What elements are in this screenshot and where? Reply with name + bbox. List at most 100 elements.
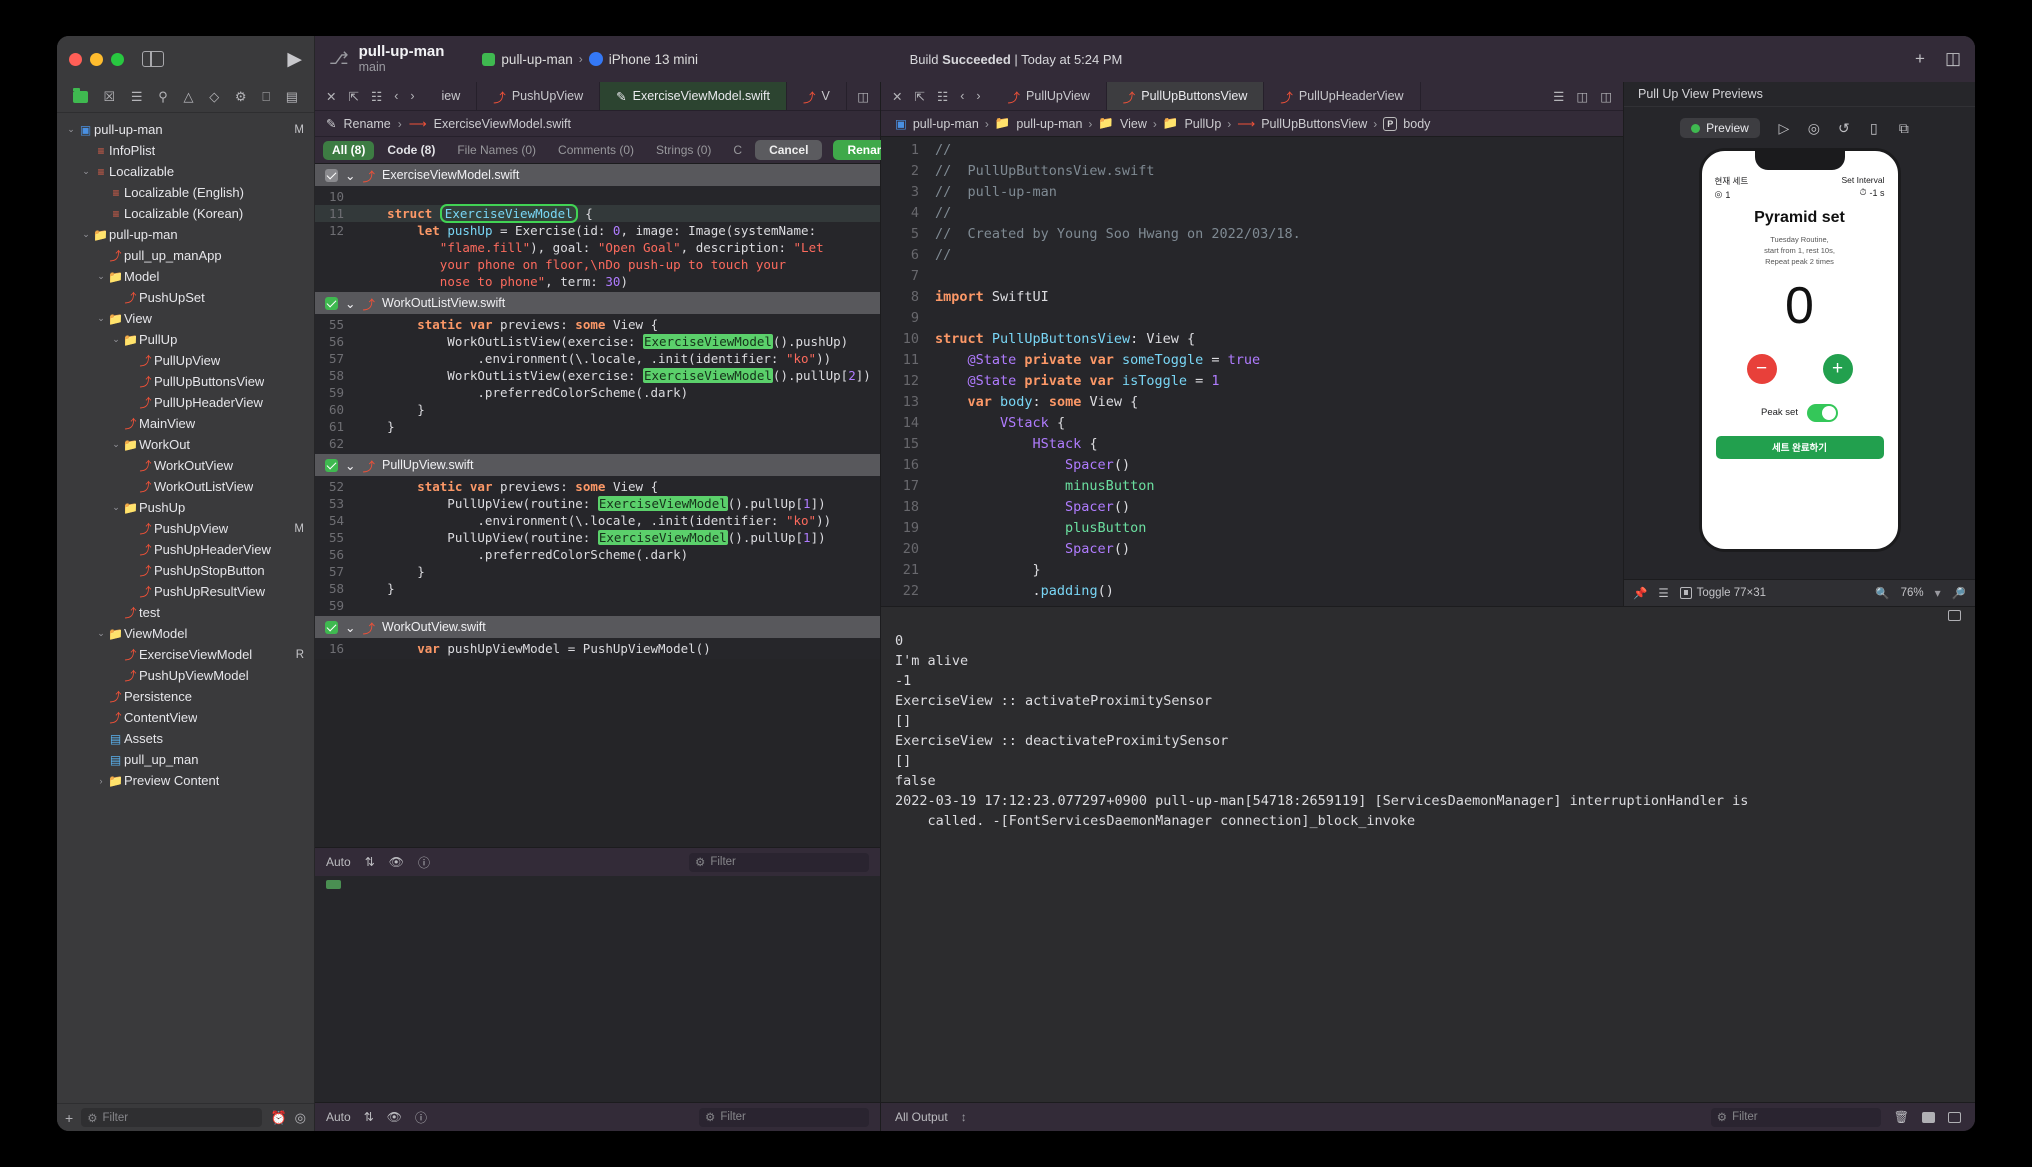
code-line[interactable]: 1 // bbox=[881, 140, 1623, 161]
breadcrumb-rename[interactable]: Rename bbox=[343, 117, 390, 131]
code-line[interactable]: 18 Spacer() bbox=[881, 497, 1623, 518]
code-line[interactable]: 58 } bbox=[315, 580, 880, 597]
add-editor-icon[interactable]: + bbox=[1915, 49, 1925, 69]
back-icon[interactable]: ‹ bbox=[960, 89, 964, 103]
tree-item-preview-content[interactable]: › 📁 Preview Content bbox=[57, 770, 314, 791]
code-line[interactable]: "flame.fill"), goal: "Open Goal", descri… bbox=[315, 239, 880, 256]
code-line[interactable]: 19 plusButton bbox=[881, 518, 1623, 539]
tree-item-exerciseviewmodel[interactable]: ⤴ ExerciseViewModel R bbox=[57, 644, 314, 665]
close-icon[interactable]: ✕ bbox=[892, 89, 902, 104]
search-icon[interactable]: ⚲ bbox=[158, 89, 168, 105]
duplicate-icon[interactable]: ⧉ bbox=[1889, 120, 1919, 137]
code-line[interactable]: 9 bbox=[881, 308, 1623, 329]
tree-item-workoutlistview[interactable]: ⤴ WorkOutListView bbox=[57, 476, 314, 497]
device-chip[interactable]: iPhone 13 mini bbox=[588, 52, 698, 67]
project-tree[interactable]: ⌄ ▣ pull-up-man M ≡ InfoPlist ⌄ ≡ Localizable ≡ Lo… bbox=[57, 113, 314, 1103]
code-line[interactable]: 55 static var previews: some View { bbox=[315, 316, 880, 333]
results-list[interactable]: ⌄ ⤴ ExerciseViewModel.swift 10 11 struct Exe… bbox=[315, 164, 880, 847]
scope-filter-4[interactable]: Strings (0) bbox=[647, 141, 720, 160]
tree-item-pull-up-man[interactable]: ⌄ 📁 pull-up-man bbox=[57, 224, 314, 245]
tree-item-pushupresultview[interactable]: ⤴ PushUpResultView bbox=[57, 581, 314, 602]
add-assistant-icon[interactable]: ◫ bbox=[857, 89, 869, 104]
disclosure-icon[interactable]: ⌄ bbox=[345, 458, 355, 473]
code-line[interactable]: 6 // bbox=[881, 245, 1623, 266]
code-line[interactable]: nose to phone", term: 30) bbox=[315, 273, 880, 290]
console-filter-input[interactable]: ⚙ Filter bbox=[1710, 1107, 1881, 1127]
tree-item-persistence[interactable]: ⤴ Persistence bbox=[57, 686, 314, 707]
breadcrumb-0[interactable]: pull-up-man bbox=[913, 117, 979, 131]
warning-icon[interactable]: △ bbox=[184, 89, 194, 105]
breadcrumb-5[interactable]: body bbox=[1403, 117, 1430, 131]
minus-button[interactable]: − bbox=[1746, 353, 1777, 384]
debug-icon[interactable]: ⚙ bbox=[235, 89, 247, 105]
add-file-icon[interactable]: + bbox=[65, 1110, 73, 1126]
live-icon[interactable]: ◎ bbox=[1799, 120, 1829, 137]
run-destination[interactable]: pull-up-man › iPhone 13 mini bbox=[482, 52, 698, 67]
disclosure-icon[interactable]: ⌄ bbox=[110, 334, 122, 345]
tree-item-infoplist[interactable]: ≡ InfoPlist bbox=[57, 140, 314, 161]
code-line[interactable]: 54 .environment(\.locale, .init(identifi… bbox=[315, 512, 880, 529]
disclosure-icon[interactable]: ⌄ bbox=[80, 166, 92, 177]
result-checkbox[interactable] bbox=[325, 620, 338, 634]
info-icon[interactable]: ⓘ bbox=[415, 1109, 427, 1126]
chevron-updown-icon[interactable]: ↕ bbox=[961, 1110, 967, 1124]
code-line[interactable]: 61 } bbox=[315, 418, 880, 435]
zoom-in-icon[interactable]: 🔎 bbox=[1952, 586, 1966, 600]
tree-item-workoutview[interactable]: ⤴ WorkOutView bbox=[57, 455, 314, 476]
results-tab-3[interactable]: ⤴ V bbox=[787, 82, 847, 110]
result-file-header[interactable]: ⌄ ⤴ WorkOutListView.swift bbox=[315, 292, 880, 314]
code-line[interactable]: 4 // bbox=[881, 203, 1623, 224]
result-checkbox[interactable] bbox=[325, 458, 338, 472]
device-icon[interactable]: ▯ bbox=[1859, 120, 1889, 137]
test-icon[interactable]: ◇ bbox=[209, 89, 219, 105]
tree-item-localizable[interactable]: ⌄ ≡ Localizable bbox=[57, 161, 314, 182]
scope-filter-1[interactable]: Code (8) bbox=[378, 141, 444, 160]
recent-icon[interactable]: ⏰ bbox=[270, 1110, 286, 1126]
disclosure-icon[interactable]: ⌄ bbox=[345, 296, 355, 311]
expand-icon[interactable]: ⇱ bbox=[914, 89, 924, 104]
output-scope-label[interactable]: All Output bbox=[895, 1110, 948, 1124]
navigator-filter-input[interactable]: ⚙ Filter bbox=[81, 1108, 263, 1127]
trash-icon[interactable]: 🗑 bbox=[1894, 1110, 1909, 1124]
tree-item-view[interactable]: ⌄ 📁 View bbox=[57, 308, 314, 329]
disclosure-icon[interactable]: ⌄ bbox=[95, 313, 107, 324]
breadcrumb-1[interactable]: pull-up-man bbox=[1016, 117, 1082, 131]
breadcrumb-3[interactable]: PullUp bbox=[1184, 117, 1221, 131]
result-snippet[interactable]: 16 var pushUpViewModel = PushUpViewModel… bbox=[315, 638, 880, 659]
complete-set-button[interactable]: 세트 완료하기 bbox=[1715, 435, 1884, 459]
code-line[interactable]: 12 @State private var isToggle = 1 bbox=[881, 371, 1623, 392]
disclosure-icon[interactable]: ⌄ bbox=[110, 439, 122, 450]
pin-icon[interactable]: 📌 bbox=[1633, 586, 1647, 600]
console-panel-icon[interactable] bbox=[1948, 609, 1961, 621]
code-line[interactable]: 53 PullUpView(routine: ExerciseViewModel… bbox=[315, 495, 880, 512]
tree-item-localizable-korean-[interactable]: ≡ Localizable (Korean) bbox=[57, 203, 314, 224]
code-line[interactable]: 14 VStack { bbox=[881, 413, 1623, 434]
results-filter-input[interactable]: ⚙ Filter bbox=[689, 852, 869, 872]
code-line[interactable]: 52 static var previews: some View { bbox=[315, 478, 880, 495]
peak-set-toggle[interactable] bbox=[1806, 403, 1838, 422]
chevron-down-icon[interactable]: ▾ bbox=[1935, 586, 1941, 600]
split-icon[interactable]: ◫ bbox=[1576, 89, 1588, 104]
code-line[interactable]: 13 var body: some View { bbox=[881, 392, 1623, 413]
code-line[interactable]: 11 @State private var someToggle = true bbox=[881, 350, 1623, 371]
disclosure-icon[interactable]: ⌄ bbox=[95, 271, 107, 282]
minimap-icon[interactable]: ☰ bbox=[1553, 89, 1564, 104]
tree-item-contentview[interactable]: ⤴ ContentView bbox=[57, 707, 314, 728]
inspector-toggle-icon[interactable]: ◫ bbox=[1945, 49, 1961, 69]
result-file-header[interactable]: ⌄ ⤴ WorkOutView.swift bbox=[315, 616, 880, 638]
add-editor-icon[interactable]: ◫ bbox=[1600, 89, 1612, 104]
editor-tab-0[interactable]: ⤴ PullUpView bbox=[992, 82, 1107, 110]
code-line[interactable]: 10 struct PullUpButtonsView: View { bbox=[881, 329, 1623, 350]
auto-label[interactable]: Auto bbox=[326, 1110, 351, 1124]
code-line[interactable]: 60 } bbox=[315, 401, 880, 418]
sidebar-toggle-icon[interactable] bbox=[142, 51, 164, 67]
cancel-button[interactable]: Cancel bbox=[755, 140, 823, 160]
breakpoint-icon[interactable]: ⎕ bbox=[262, 89, 270, 105]
updown-icon[interactable]: ⇅ bbox=[365, 855, 375, 869]
back-icon[interactable]: ‹ bbox=[394, 89, 398, 103]
code-line[interactable]: 57 } bbox=[315, 563, 880, 580]
show-console-icon[interactable] bbox=[1948, 1111, 1961, 1123]
auto-label[interactable]: Auto bbox=[326, 855, 351, 869]
editor-right-controls[interactable]: ☰ ◫ ◫ bbox=[1542, 82, 1623, 110]
disclosure-icon[interactable]: › bbox=[95, 776, 107, 786]
